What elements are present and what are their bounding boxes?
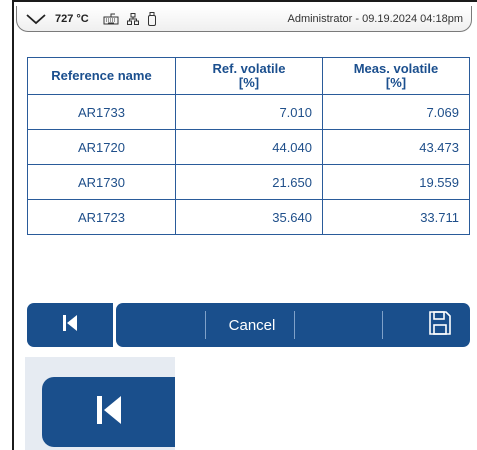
cell-meas-volatile: 19.559 bbox=[322, 164, 470, 200]
back-button[interactable] bbox=[27, 303, 113, 347]
zoomed-inset bbox=[25, 357, 175, 450]
user-datetime: Administrator - 09.19.2024 04:18pm bbox=[287, 12, 464, 25]
cell-meas-volatile: 43.473 bbox=[322, 129, 470, 165]
keyboard-icon bbox=[103, 13, 119, 25]
cell-meas-volatile: 7.069 bbox=[322, 94, 470, 130]
cell-reference-name: AR1723 bbox=[27, 199, 176, 235]
save-icon bbox=[428, 310, 452, 341]
skip-back-icon bbox=[62, 314, 78, 337]
save-button[interactable] bbox=[409, 303, 470, 347]
cell-meas-volatile: 33.711 bbox=[322, 199, 470, 235]
temperature-readout: 727 °C bbox=[55, 12, 89, 25]
cell-reference-name: AR1733 bbox=[27, 94, 176, 130]
cell-reference-name: AR1730 bbox=[27, 164, 176, 200]
action-button-group: Cancel bbox=[116, 303, 470, 347]
table-row[interactable]: AR1733 7.010 7.069 bbox=[27, 94, 470, 130]
button-separator bbox=[294, 311, 295, 339]
cell-ref-volatile: 44.040 bbox=[175, 129, 323, 165]
back-button-zoomed[interactable] bbox=[42, 377, 175, 447]
header-ref-volatile-unit: [%] bbox=[238, 75, 260, 90]
results-table: Reference name Ref. volatile [%] Meas. v… bbox=[27, 57, 470, 235]
cell-ref-volatile: 35.640 bbox=[175, 199, 323, 235]
header-ref-volatile-line1: Ref. volatile bbox=[212, 61, 286, 76]
table-header-row: Reference name Ref. volatile [%] Meas. v… bbox=[27, 57, 470, 95]
frame-top-border bbox=[12, 0, 477, 2]
skip-back-icon bbox=[96, 395, 122, 430]
header-meas-volatile-line1: Meas. volatile bbox=[353, 61, 439, 76]
chevron-down-icon[interactable] bbox=[25, 12, 51, 26]
header-meas-volatile: Meas. volatile [%] bbox=[322, 57, 470, 95]
frame-left-border bbox=[12, 0, 14, 450]
network-icon bbox=[126, 12, 139, 25]
screen-frame: 727 °C Administrator - 09.19.2024 04:18p… bbox=[0, 0, 477, 450]
table-row[interactable]: AR1723 35.640 33.711 bbox=[27, 199, 470, 235]
table-row[interactable]: AR1720 44.040 43.473 bbox=[27, 129, 470, 165]
cell-ref-volatile: 7.010 bbox=[175, 94, 323, 130]
cell-reference-name: AR1720 bbox=[27, 129, 176, 165]
status-bar: 727 °C Administrator - 09.19.2024 04:18p… bbox=[16, 6, 472, 32]
header-ref-volatile: Ref. volatile [%] bbox=[175, 57, 323, 95]
button-bar: Cancel bbox=[27, 303, 470, 347]
header-meas-volatile-unit: [%] bbox=[385, 75, 407, 90]
cancel-button[interactable]: Cancel bbox=[208, 303, 296, 347]
usb-icon bbox=[147, 11, 156, 26]
cell-ref-volatile: 21.650 bbox=[175, 164, 323, 200]
header-reference-name: Reference name bbox=[27, 57, 176, 95]
table-row[interactable]: AR1730 21.650 19.559 bbox=[27, 164, 470, 200]
button-separator bbox=[382, 311, 383, 339]
button-separator bbox=[205, 311, 206, 339]
